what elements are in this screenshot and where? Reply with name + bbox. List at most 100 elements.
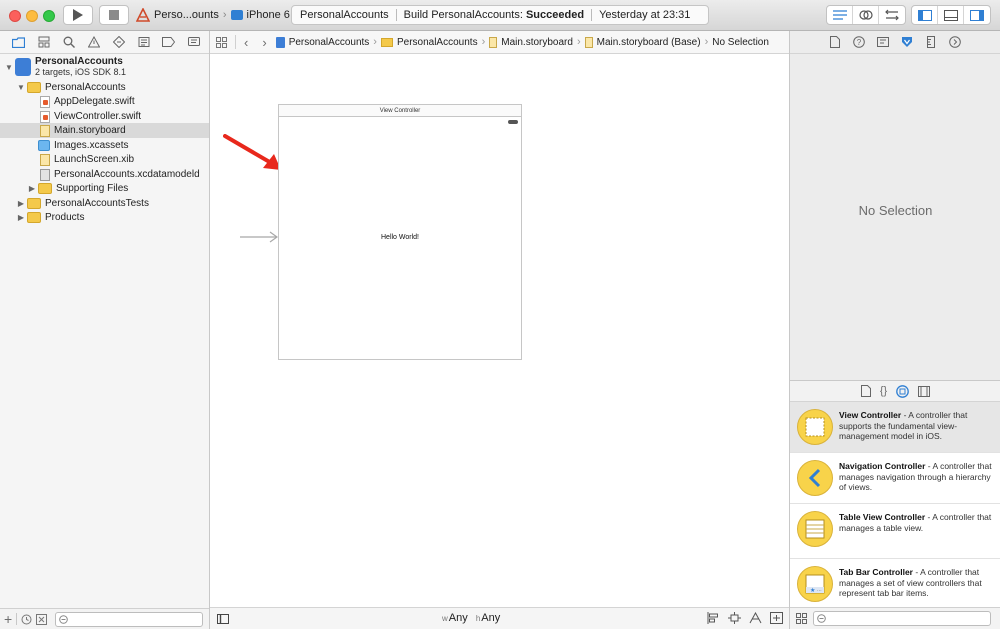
library-filter-field[interactable] — [813, 611, 991, 626]
tab-test[interactable] — [106, 31, 131, 53]
file-row[interactable]: ViewController.swift — [0, 109, 209, 124]
initial-scene-arrow[interactable] — [240, 231, 278, 243]
tab-find[interactable] — [56, 31, 81, 53]
breadcrumb-file[interactable]: Main.storyboard — [489, 36, 573, 48]
file-row[interactable]: AppDelegate.swift — [0, 94, 209, 109]
tab-file-inspector[interactable] — [827, 34, 844, 51]
group-row[interactable]: ▶ Products — [0, 210, 209, 225]
object-library-icon[interactable] — [896, 384, 910, 398]
zoom-window-button[interactable] — [43, 10, 55, 22]
toggle-navigator-button[interactable] — [912, 6, 938, 24]
warning-icon — [87, 36, 100, 48]
library-item-table-view-controller[interactable]: Table View Controller - A controller tha… — [790, 504, 1000, 559]
group-row[interactable]: ▼ PersonalAccounts — [0, 80, 209, 95]
breadcrumb-localization[interactable]: Main.storyboard (Base) — [584, 36, 701, 48]
tab-size-inspector[interactable] — [923, 34, 940, 51]
storyboard-file-icon — [584, 36, 593, 48]
editor-mode-segment — [826, 5, 906, 25]
breadcrumb-project[interactable]: PersonalAccounts — [275, 36, 369, 48]
library-item-view-controller[interactable]: View Controller - A controller that supp… — [790, 402, 1000, 453]
inspector-tab-bar: ? — [790, 31, 1000, 54]
code-snippet-icon[interactable]: {} — [880, 385, 887, 397]
file-row-selected[interactable]: Main.storyboard — [0, 123, 209, 138]
tab-attributes-inspector[interactable] — [899, 34, 916, 51]
document-outline-toggle-icon[interactable] — [217, 613, 229, 624]
back-arrow-icon[interactable]: ‹ — [244, 35, 248, 50]
annotation-arrow — [223, 134, 281, 170]
tab-quick-help[interactable]: ? — [851, 34, 868, 51]
tab-breakpoint[interactable] — [156, 31, 181, 53]
scheme-name: Perso...ounts — [154, 9, 219, 21]
breadcrumb-group[interactable]: PersonalAccounts — [380, 36, 478, 48]
library-item-text: View Controller - A controller that supp… — [839, 407, 994, 442]
file-label: ViewController.swift — [54, 111, 142, 122]
question-icon: ? — [853, 36, 865, 48]
assistant-rings-icon — [858, 10, 873, 20]
folder-icon — [27, 198, 41, 209]
storyboard-file-icon — [40, 124, 50, 137]
file-row[interactable]: PersonalAccounts.xcdatamodeld — [0, 167, 209, 182]
run-button[interactable] — [63, 5, 93, 25]
footer-divider — [16, 613, 18, 625]
data-model-file-icon — [40, 168, 50, 181]
view-controller-scene[interactable]: View Controller Hello World! — [278, 104, 522, 360]
chevron-right-icon: › — [222, 9, 227, 21]
chevron-left-icon — [797, 460, 833, 496]
standard-editor-button[interactable] — [827, 6, 853, 24]
speech-bubble-icon — [187, 36, 200, 46]
toggle-debug-area-button[interactable] — [938, 6, 964, 24]
tab-issue[interactable] — [81, 31, 106, 53]
group-row[interactable]: ▶ PersonalAccountsTests — [0, 196, 209, 211]
height-value: Any — [481, 612, 501, 624]
close-window-button[interactable] — [9, 10, 21, 22]
resizing-behavior-icon[interactable] — [770, 612, 783, 624]
right-panel-icon — [970, 9, 984, 21]
navigator-footer: + — [0, 608, 209, 629]
stop-button[interactable] — [99, 5, 129, 25]
library-item-tab-bar-controller[interactable]: ★ ··· Tab Bar Controller - A controller t… — [790, 559, 1000, 607]
tab-connections-inspector[interactable] — [947, 34, 964, 51]
tab-symbol[interactable] — [31, 31, 56, 53]
breadcrumb-label: PersonalAccounts — [396, 36, 478, 48]
scm-status-icon[interactable] — [36, 613, 48, 625]
library-item-navigation-controller[interactable]: Navigation Controller - A controller tha… — [790, 453, 1000, 504]
forward-arrow-icon[interactable]: › — [262, 35, 266, 50]
file-template-icon[interactable] — [860, 385, 871, 397]
tab-debug[interactable] — [131, 31, 156, 53]
version-editor-button[interactable] — [879, 6, 905, 24]
align-icon[interactable] — [707, 612, 720, 624]
add-file-button[interactable]: + — [4, 611, 12, 627]
hello-world-label[interactable]: Hello World! — [279, 234, 521, 241]
minimize-window-button[interactable] — [26, 10, 38, 22]
tab-identity-inspector[interactable] — [875, 34, 892, 51]
window-toolbar: Perso...ounts › iPhone 6 PersonalAccount… — [0, 0, 1000, 31]
jumpbar-divider — [235, 35, 236, 49]
group-label: PersonalAccountsTests — [45, 198, 149, 209]
breadcrumb-selection[interactable]: No Selection — [712, 37, 769, 48]
swift-file-icon — [40, 95, 50, 108]
folder-icon — [27, 212, 41, 223]
size-class-control[interactable]: wAny hAny — [442, 612, 500, 624]
recent-files-clock-icon[interactable] — [21, 614, 32, 625]
storyboard-canvas[interactable]: View Controller Hello World! — [210, 54, 789, 607]
assistant-editor-button[interactable] — [853, 6, 879, 24]
file-row[interactable]: LaunchScreen.xib — [0, 152, 209, 167]
scheme-selector[interactable]: Perso...ounts › iPhone 6 — [136, 5, 290, 25]
navigator-filter-field[interactable] — [55, 611, 204, 627]
file-row[interactable]: Images.xcassets — [0, 138, 209, 153]
disclosure-open-icon: ▼ — [5, 62, 13, 72]
tab-report[interactable] — [181, 31, 206, 53]
pin-icon[interactable] — [728, 612, 741, 624]
library-item-text: Tab Bar Controller - A controller that m… — [839, 564, 994, 599]
filter-icon — [817, 614, 826, 623]
resolve-issues-icon[interactable] — [749, 612, 762, 624]
related-items-grid-icon[interactable] — [216, 36, 227, 48]
tab-project[interactable] — [6, 31, 31, 53]
storyboard-file-icon — [489, 36, 498, 48]
project-root-row[interactable]: ▼ PersonalAccounts 2 targets, iOS SDK 8.… — [0, 55, 209, 79]
group-row[interactable]: ▶ Supporting Files — [0, 181, 209, 196]
toggle-utilities-button[interactable] — [964, 6, 990, 24]
xib-file-icon — [40, 153, 50, 166]
grid-view-icon[interactable] — [796, 613, 807, 624]
media-library-icon[interactable] — [918, 385, 931, 397]
